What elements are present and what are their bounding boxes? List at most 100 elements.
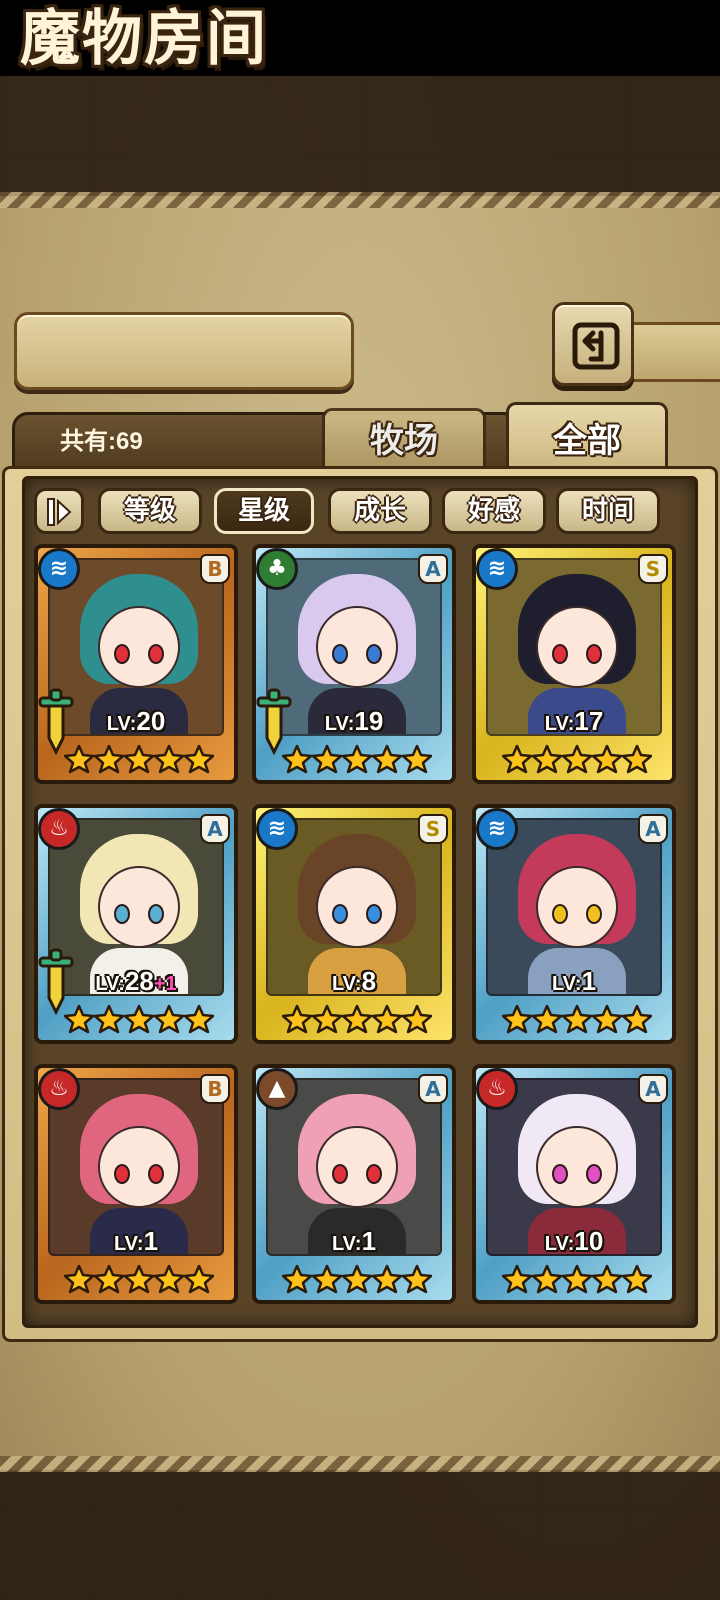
fire-element-icon: ♨ bbox=[476, 1068, 518, 1110]
water-element-icon: ≋ bbox=[38, 548, 80, 590]
fire-element-icon: ♨ bbox=[38, 1068, 80, 1110]
level-value: 1 bbox=[143, 1226, 159, 1256]
page-title: 魔物房间 bbox=[20, 4, 268, 74]
star-icon bbox=[622, 1264, 652, 1294]
tab-all[interactable]: 全部 bbox=[506, 402, 668, 476]
star-icon bbox=[592, 1004, 622, 1034]
star-icon bbox=[342, 1004, 372, 1034]
star-icon bbox=[282, 1264, 312, 1294]
star-icon bbox=[312, 1264, 342, 1294]
star-icon bbox=[402, 1004, 432, 1034]
star-rating bbox=[64, 740, 214, 778]
sort-level-button[interactable]: 等级 bbox=[98, 488, 202, 534]
star-icon bbox=[592, 744, 622, 774]
water-element-icon: ≋ bbox=[256, 808, 298, 850]
back-button[interactable] bbox=[552, 302, 634, 386]
star-icon bbox=[502, 1264, 532, 1294]
monster-card[interactable]: ♨ A LV:10 bbox=[472, 1064, 676, 1304]
star-icon bbox=[402, 744, 432, 774]
torn-edge-bottom bbox=[0, 1456, 720, 1472]
monster-card[interactable]: ≋ S LV:17 bbox=[472, 544, 676, 784]
star-icon bbox=[562, 1004, 592, 1034]
star-rating bbox=[502, 740, 652, 778]
rank-badge: S bbox=[638, 554, 668, 584]
star-icon bbox=[64, 1264, 94, 1294]
sort-stars-button[interactable]: 星级 bbox=[214, 488, 314, 534]
sort-affection-button[interactable]: 好感 bbox=[442, 488, 546, 534]
star-icon bbox=[372, 1004, 402, 1034]
earth-element-icon: ▲ bbox=[256, 1068, 298, 1110]
fire-element-icon: ♨ bbox=[38, 808, 80, 850]
rank-badge: A bbox=[638, 814, 668, 844]
monster-card[interactable]: ▲ A LV:1 bbox=[252, 1064, 456, 1304]
level-value: 20 bbox=[136, 706, 166, 736]
star-icon bbox=[154, 744, 184, 774]
monster-level: LV:19 bbox=[324, 706, 384, 736]
monster-level: LV:1 bbox=[331, 1226, 377, 1256]
star-icon bbox=[184, 744, 214, 774]
tab-ranch[interactable]: 牧场 bbox=[322, 408, 486, 472]
monster-level: LV:8 bbox=[331, 966, 377, 996]
star-icon bbox=[502, 744, 532, 774]
star-rating bbox=[64, 1000, 214, 1038]
star-icon bbox=[124, 744, 154, 774]
back-arrow-icon bbox=[572, 322, 620, 370]
star-icon bbox=[562, 744, 592, 774]
star-icon bbox=[342, 744, 372, 774]
star-icon bbox=[64, 1004, 94, 1034]
rank-badge: A bbox=[638, 1074, 668, 1104]
star-icon bbox=[154, 1004, 184, 1034]
star-rating bbox=[282, 1260, 432, 1298]
level-bonus: +1 bbox=[153, 973, 177, 995]
level-value: 17 bbox=[574, 706, 604, 736]
sort-order-toggle[interactable] bbox=[34, 488, 84, 534]
star-rating bbox=[282, 1000, 432, 1038]
monster-card[interactable]: ♣ A LV:19 bbox=[252, 544, 456, 784]
torn-edge-top bbox=[0, 192, 720, 208]
monster-card[interactable]: ≋ B LV:20 bbox=[34, 544, 238, 784]
star-icon bbox=[312, 1004, 342, 1034]
star-rating bbox=[64, 1260, 214, 1298]
monster-card[interactable]: ♨ B LV:1 bbox=[34, 1064, 238, 1304]
sort-time-button[interactable]: 时间 bbox=[556, 488, 660, 534]
level-value: 28 bbox=[124, 966, 154, 996]
star-icon bbox=[312, 744, 342, 774]
star-icon bbox=[402, 1264, 432, 1294]
star-icon bbox=[94, 1004, 124, 1034]
monster-card[interactable]: ♨ A LV:28+1 bbox=[34, 804, 238, 1044]
rank-badge: B bbox=[200, 1074, 230, 1104]
monster-count: 共有:69 bbox=[60, 428, 143, 455]
title-plaque bbox=[14, 312, 354, 390]
star-icon bbox=[372, 1264, 402, 1294]
monster-level: LV:28+1 bbox=[95, 966, 177, 996]
level-value: 1 bbox=[361, 1226, 377, 1256]
monster-card[interactable]: ≋ A LV:1 bbox=[472, 804, 676, 1044]
star-icon bbox=[372, 744, 402, 774]
star-rating bbox=[502, 1000, 652, 1038]
rank-badge: A bbox=[418, 554, 448, 584]
star-icon bbox=[562, 1264, 592, 1294]
map-band-bottom bbox=[0, 1470, 720, 1600]
star-icon bbox=[622, 744, 652, 774]
level-value: 19 bbox=[354, 706, 384, 736]
level-value: 10 bbox=[574, 1226, 604, 1256]
star-rating bbox=[502, 1260, 652, 1298]
monster-level: LV:1 bbox=[113, 1226, 159, 1256]
monster-level: LV:17 bbox=[544, 706, 604, 736]
star-icon bbox=[502, 1004, 532, 1034]
sort-growth-button[interactable]: 成长 bbox=[328, 488, 432, 534]
star-icon bbox=[124, 1264, 154, 1294]
star-icon bbox=[532, 1264, 562, 1294]
rank-badge: S bbox=[418, 814, 448, 844]
nature-element-icon: ♣ bbox=[256, 548, 298, 590]
monster-level: LV:1 bbox=[551, 966, 597, 996]
map-band-top bbox=[0, 76, 720, 196]
sort-order-icon bbox=[47, 498, 72, 526]
star-icon bbox=[64, 744, 94, 774]
water-element-icon: ≋ bbox=[476, 548, 518, 590]
rank-badge: A bbox=[418, 1074, 448, 1104]
star-icon bbox=[124, 1004, 154, 1034]
star-rating bbox=[282, 740, 432, 778]
star-icon bbox=[94, 1264, 124, 1294]
monster-card[interactable]: ≋ S LV:8 bbox=[252, 804, 456, 1044]
